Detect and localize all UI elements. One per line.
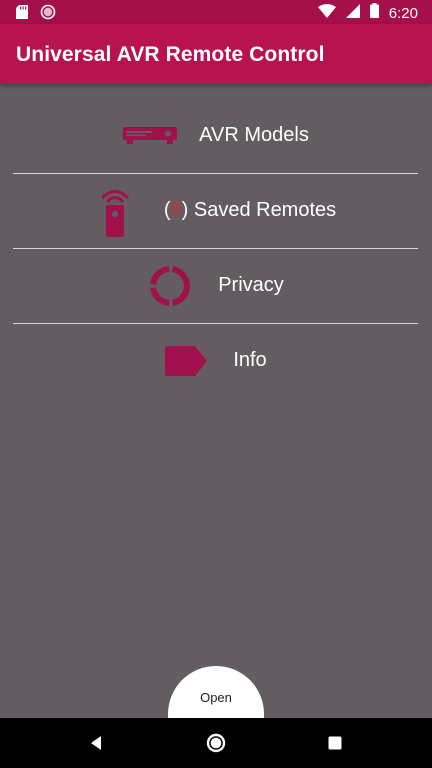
menu-item-avr-models[interactable]: AVR Models: [0, 98, 432, 173]
open-button-label: Open: [200, 690, 232, 705]
battery-icon: [369, 3, 379, 23]
sd-card-icon: [16, 5, 28, 24]
signal-icon: [345, 3, 360, 23]
menu-item-privacy[interactable]: Privacy: [0, 248, 432, 323]
status-time: 6:20: [388, 4, 418, 22]
navigation-bar: [0, 718, 432, 768]
menu-item-label: Info: [233, 349, 267, 371]
remote-control-icon: [96, 185, 134, 237]
menu-item-info[interactable]: Info: [0, 323, 432, 398]
menu-item-saved-remotes[interactable]: (0) Saved Remotes: [0, 173, 432, 248]
status-bar: 6:20: [0, 0, 432, 24]
main-menu: AVR Models (0) Saved Remotes Privacy Inf…: [0, 98, 432, 398]
home-icon[interactable]: [204, 731, 228, 755]
back-icon[interactable]: [84, 731, 108, 755]
wifi-icon: [317, 3, 336, 23]
menu-item-label: AVR Models: [199, 124, 309, 146]
menu-item-label: (0) Saved Remotes: [163, 199, 337, 221]
notification-dot-icon: [40, 4, 56, 25]
recents-icon[interactable]: [323, 731, 347, 755]
avr-receiver-icon: [123, 126, 178, 145]
menu-item-label: Privacy: [218, 274, 284, 296]
app-bar: Universal AVR Remote Control: [0, 24, 432, 84]
tag-label-icon: [165, 345, 208, 376]
saved-remotes-count: 0: [170, 199, 182, 221]
app-title: Universal AVR Remote Control: [16, 43, 325, 66]
circle-segments-icon: [148, 264, 192, 308]
